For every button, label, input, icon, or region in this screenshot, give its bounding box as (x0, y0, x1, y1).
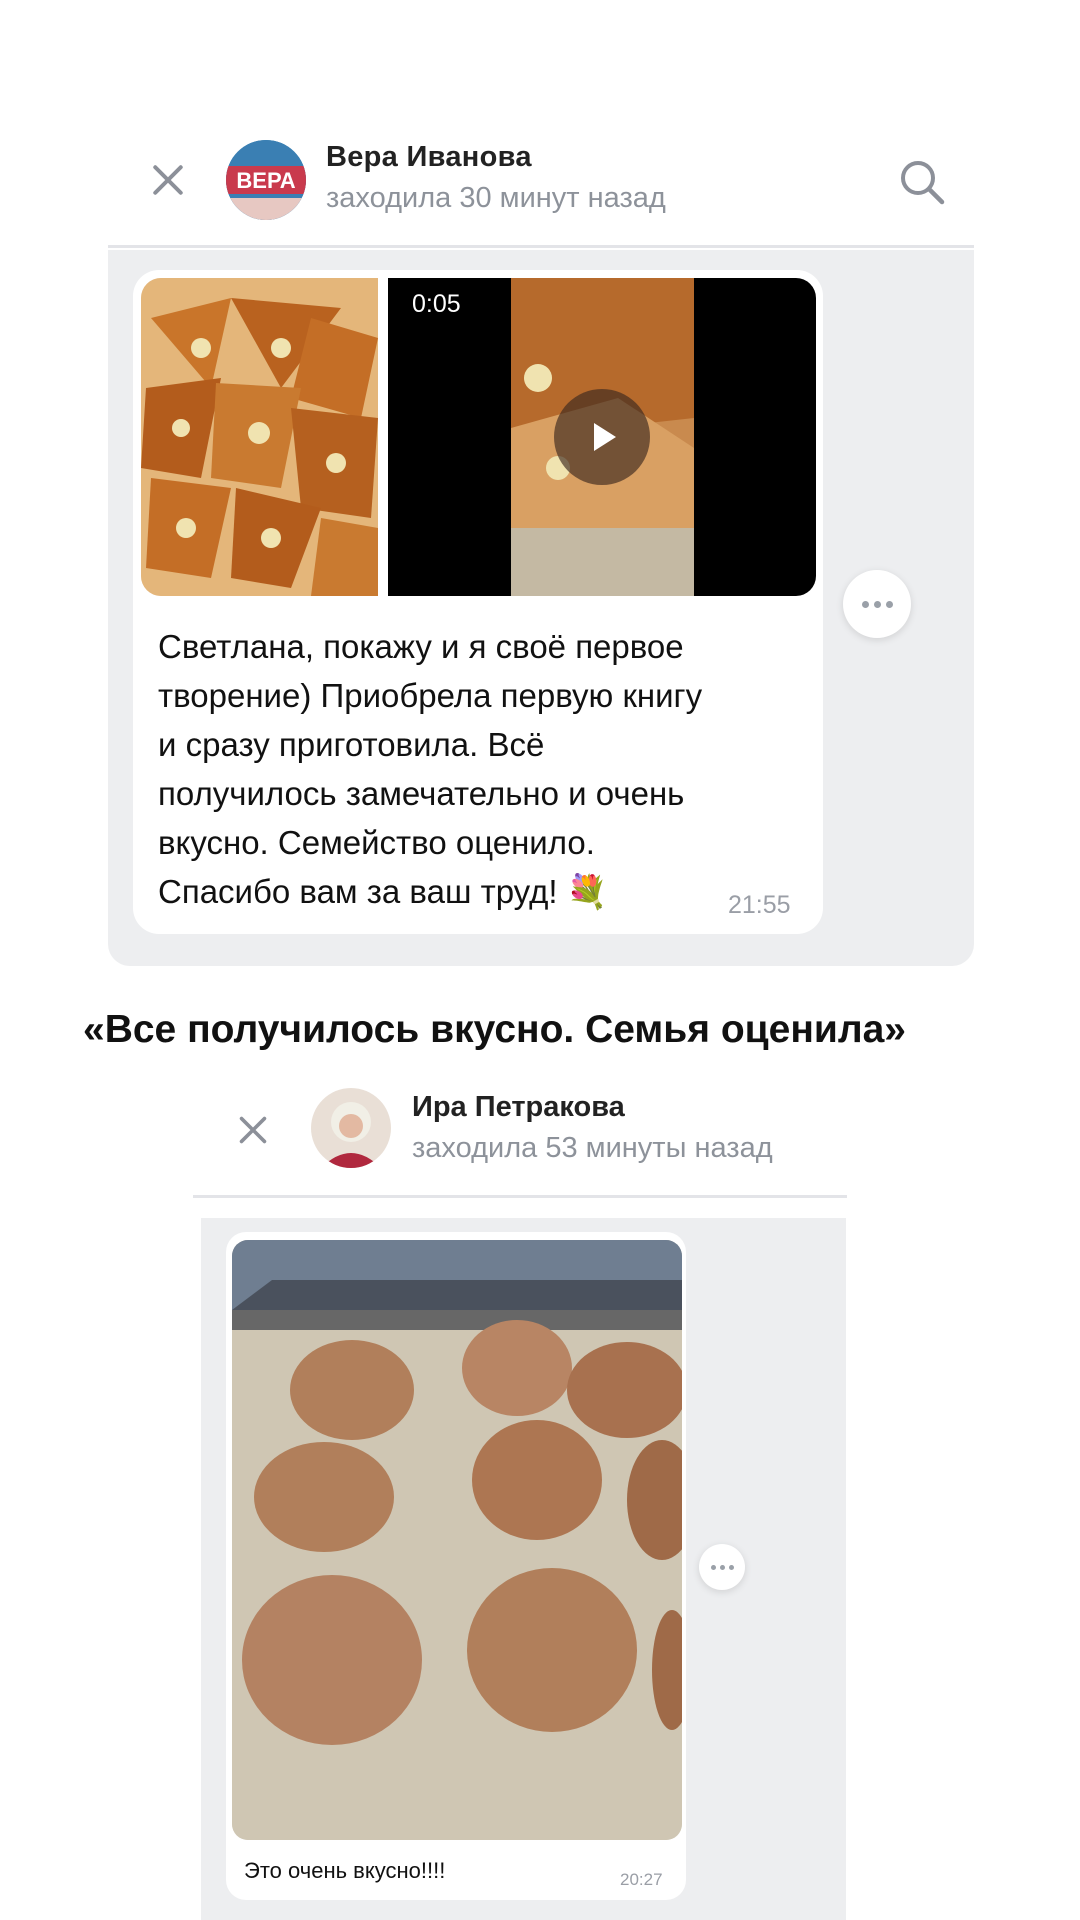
more-icon (861, 600, 869, 608)
contact-status: заходила 30 минут назад (326, 182, 666, 214)
contact-status: заходила 53 минуты назад (412, 1132, 773, 1164)
svg-text:ВЕРА: ВЕРА (236, 168, 295, 193)
message-photo[interactable] (141, 278, 378, 596)
header-divider (193, 1195, 847, 1198)
avatar[interactable]: ВЕРА (226, 140, 306, 220)
message-line: Светлана, покажу и я своё первое (158, 628, 684, 665)
more-options-button[interactable] (843, 570, 911, 638)
message-photo[interactable] (232, 1240, 682, 1840)
video-duration: 0:05 (412, 290, 461, 318)
header-divider (108, 245, 974, 248)
message-line: Спасибо вам за ваш труд! 💐 (158, 873, 608, 910)
contact-name[interactable]: Вера Иванова (326, 141, 532, 174)
avatar[interactable] (311, 1088, 391, 1168)
contact-name[interactable]: Ира Петракова (412, 1091, 625, 1124)
more-options-button[interactable] (699, 1544, 745, 1590)
close-button[interactable] (150, 162, 186, 198)
message-text: Это очень вкусно!!!! (244, 1858, 446, 1883)
message-text: Светлана, покажу и я своё первое творени… (158, 622, 798, 916)
page-heading: «Все получилось вкусно. Семья оценила» (83, 1008, 906, 1051)
message-line: получилось замечательно и очень (158, 775, 685, 812)
message-time: 20:27 (620, 1870, 663, 1889)
close-button[interactable] (237, 1114, 269, 1146)
message-line: творение) Приобрела первую книгу (158, 677, 703, 714)
more-icon (710, 1564, 716, 1570)
message-video[interactable]: 0:05 (388, 278, 816, 596)
message-time: 21:55 (728, 891, 791, 919)
search-icon[interactable] (898, 158, 946, 206)
message-line: вкусно. Семейство оценило. (158, 824, 595, 861)
play-icon (594, 423, 616, 451)
play-button[interactable] (554, 389, 650, 485)
message-line: и сразу приготовила. Всё (158, 726, 545, 763)
